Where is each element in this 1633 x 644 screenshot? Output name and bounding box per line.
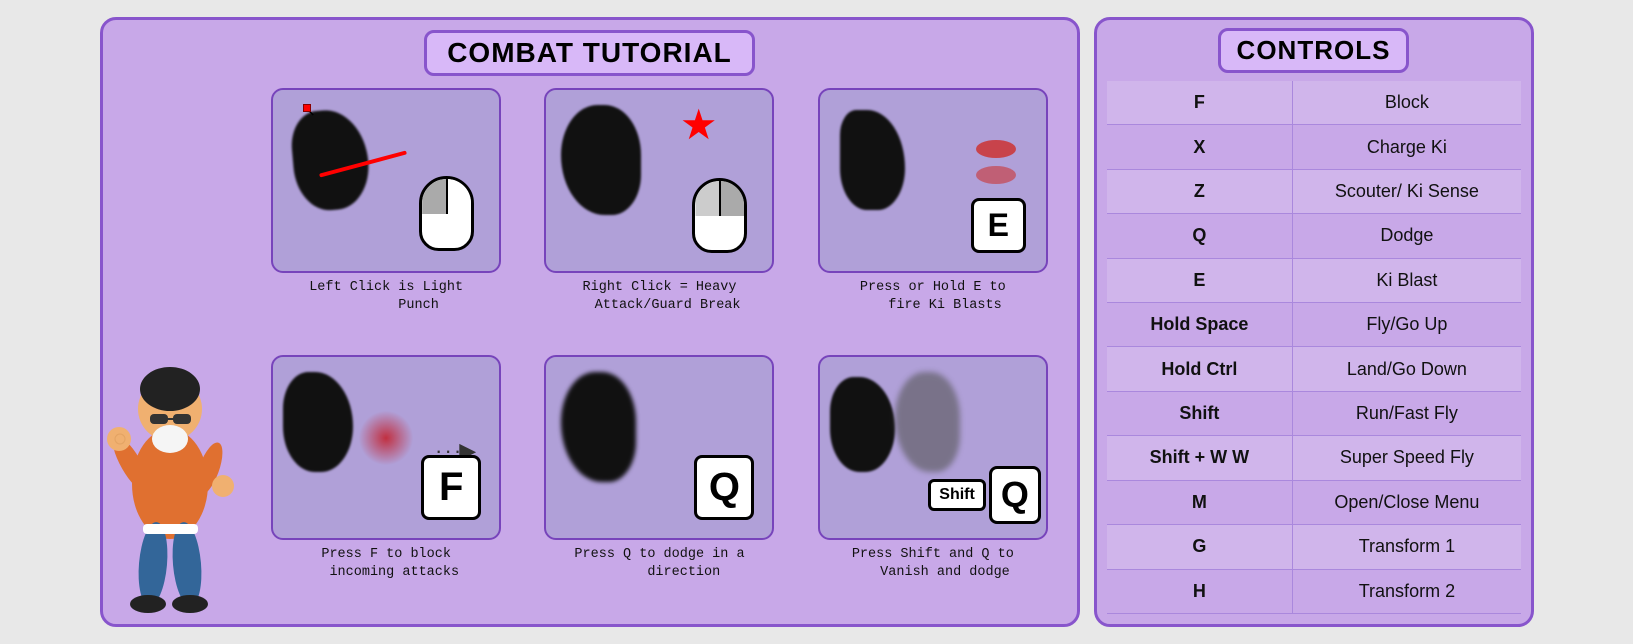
shift-key-display: Shift [928,479,986,511]
main-wrapper: COMBAT TUTORIAL [100,17,1534,627]
control-action-4: Ki Blast [1293,258,1521,302]
fighter-blob-3 [840,110,905,210]
tutorial-cell-heavy-attack: ★ Right Click = Heavy Attack/Guard Break [528,88,791,345]
tutorial-image-dodge: Q [544,355,774,540]
tutorial-cell-vanish: Shift Q Press Shift and Q to Vanish and … [801,355,1064,612]
tutorial-cell-ki-blast: E Press or Hold E to fire Ki Blasts [801,88,1064,345]
mouse-right-btn-2 [720,181,745,216]
controls-row-4: E Ki Blast [1107,258,1521,302]
control-key-7: Shift [1107,391,1293,435]
control-action-9: Open/Close Menu [1293,480,1521,524]
tutorial-cell-light-punch: ↖ Left Click is Light Punch [255,88,518,345]
control-key-10: G [1107,525,1293,569]
control-key-5: Hold Space [1107,302,1293,346]
caption-block: Press F to block incoming attacks [313,546,459,582]
control-key-11: H [1107,569,1293,613]
art-light-punch: ↖ [273,90,499,271]
key-f-box[interactable]: F [421,455,481,520]
controls-panel: CONTROLS F Block X Charge Ki Z Scouter/ … [1094,17,1534,627]
control-action-0: Block [1293,81,1521,125]
control-key-0: F [1107,81,1293,125]
character-svg [93,324,248,624]
controls-row-0: F Block [1107,81,1521,125]
control-key-1: X [1107,125,1293,169]
caption-heavy-attack: Right Click = Heavy Attack/Guard Break [578,279,740,315]
controls-row-5: Hold Space Fly/Go Up [1107,302,1521,346]
controls-row-8: Shift + W W Super Speed Fly [1107,436,1521,480]
fighter-blob-2 [561,105,641,215]
tutorial-cell-dodge: Q Press Q to dodge in a direction [528,355,791,612]
control-key-8: Shift + W W [1107,436,1293,480]
controls-row-9: M Open/Close Menu [1107,480,1521,524]
controls-row-7: Shift Run/Fast Fly [1107,391,1521,435]
shift-q-keys: Shift Q [928,466,1041,524]
control-action-5: Fly/Go Up [1293,302,1521,346]
tutorial-image-ki-blast: E [818,88,1048,273]
tutorial-image-light-punch: ↖ [271,88,501,273]
energy-disc-1 [976,140,1016,158]
control-key-2: Z [1107,169,1293,213]
control-key-4: E [1107,258,1293,302]
controls-row-3: Q Dodge [1107,214,1521,258]
glow-red-1 [359,411,414,466]
control-action-8: Super Speed Fly [1293,436,1521,480]
tutorial-grid: ↖ Left Click is Light Punch ★ [255,88,1065,612]
mouse-body [419,176,474,251]
mouse-left-btn [422,179,447,214]
control-key-3: Q [1107,214,1293,258]
mouse-left-btn-2 [695,181,720,216]
caption-vanish: Press Shift and Q to Vanish and dodge [852,546,1014,582]
tutorial-panel: COMBAT TUTORIAL [100,17,1080,627]
red-star: ★ [680,100,718,149]
fighter-blob-6a [830,377,895,472]
caption-ki-blast: Press or Hold E to fire Ki Blasts [860,279,1006,315]
tutorial-image-heavy-attack: ★ [544,88,774,273]
control-action-1: Charge Ki [1293,125,1521,169]
control-action-2: Scouter/ Ki Sense [1293,169,1521,213]
cursor-dot [303,104,311,112]
controls-row-2: Z Scouter/ Ki Sense [1107,169,1521,213]
mouse-right-btn [447,179,472,214]
control-action-3: Dodge [1293,214,1521,258]
character-figure [93,324,253,624]
fighter-blob-6b [895,372,960,472]
control-action-10: Transform 1 [1293,525,1521,569]
mouse-left-click [419,176,474,251]
art-heavy-attack: ★ [546,90,772,271]
caption-dodge: Press Q to dodge in a direction [574,546,744,582]
art-block: · · ·▶ F [273,357,499,538]
tutorial-image-vanish: Shift Q [818,355,1048,540]
caption-light-punch: Left Click is Light Punch [309,279,463,315]
controls-title: CONTROLS [1218,28,1410,73]
controls-row-1: X Charge Ki [1107,125,1521,169]
mouse-right-click [692,178,747,253]
control-action-11: Transform 2 [1293,569,1521,613]
controls-row-11: H Transform 2 [1107,569,1521,613]
fighter-blob-5 [561,372,636,482]
fighter-blob-4 [283,372,353,472]
control-action-6: Land/Go Down [1293,347,1521,391]
controls-row-6: Hold Ctrl Land/Go Down [1107,347,1521,391]
energy-discs [976,140,1016,184]
energy-disc-2 [976,166,1016,184]
tutorial-cell-block: · · ·▶ F Press F to block incoming attac… [255,355,518,612]
control-key-9: M [1107,480,1293,524]
art-vanish: Shift Q [820,357,1046,538]
art-ki-blast: E [820,90,1046,271]
controls-table: F Block X Charge Ki Z Scouter/ Ki Sense … [1107,81,1521,614]
tutorial-image-block: · · ·▶ F [271,355,501,540]
fighter-blob-1 [289,107,372,213]
tutorial-title: COMBAT TUTORIAL [424,30,755,76]
key-e-box[interactable]: E [971,198,1026,253]
control-key-6: Hold Ctrl [1107,347,1293,391]
control-action-7: Run/Fast Fly [1293,391,1521,435]
art-dodge: Q [546,357,772,538]
controls-tbody: F Block X Charge Ki Z Scouter/ Ki Sense … [1107,81,1521,614]
key-q-vanish[interactable]: Q [989,466,1041,524]
key-q-box[interactable]: Q [694,455,754,520]
controls-row-10: G Transform 1 [1107,525,1521,569]
mouse-body-2 [692,178,747,253]
